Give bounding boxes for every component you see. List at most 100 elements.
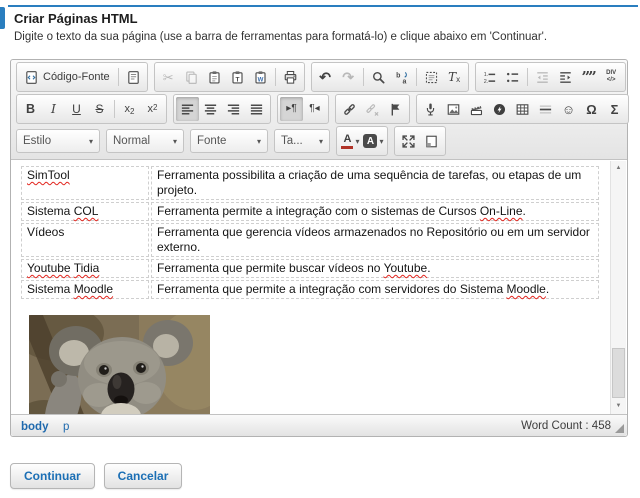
align-left-icon: [180, 102, 195, 117]
smiley-button[interactable]: ☺: [557, 97, 580, 121]
desc-cell[interactable]: Ferramenta que gerencia vídeos armazenad…: [151, 223, 599, 257]
align-left-button[interactable]: [176, 97, 199, 121]
italic-button[interactable]: I: [42, 97, 65, 121]
special-char-button[interactable]: Ω: [580, 97, 603, 121]
editor-scrollbar: ▲ ▼: [610, 161, 626, 414]
paste-text-button[interactable]: [226, 65, 249, 89]
desc-cell[interactable]: Ferramenta possibilita a criação de uma …: [151, 166, 599, 200]
formula-button[interactable]: Σ: [603, 97, 626, 121]
select-all-button[interactable]: [420, 65, 443, 89]
movie-button[interactable]: [465, 97, 488, 121]
paste-word-button[interactable]: [249, 65, 272, 89]
page-subtitle: Digite o texto da sua página (use a barr…: [14, 31, 547, 43]
koala-image[interactable]: [29, 315, 210, 414]
horizontal-rule-button[interactable]: [534, 97, 557, 121]
print-button[interactable]: [279, 65, 302, 89]
flash-button[interactable]: [488, 97, 511, 121]
image-icon: [446, 102, 461, 117]
bold-button[interactable]: B: [19, 97, 42, 121]
editor-content[interactable]: SimToolFerramenta possibilita a criação …: [11, 160, 627, 414]
glyph-part: 2: [153, 103, 157, 112]
scroll-thumb[interactable]: [612, 348, 625, 398]
unlink-button: [361, 97, 384, 121]
table-row: SimToolFerramenta possibilita a criação …: [21, 166, 599, 200]
indent-button[interactable]: [554, 65, 577, 89]
outdent-button: [531, 65, 554, 89]
templates-button[interactable]: [122, 65, 145, 89]
image-button[interactable]: [442, 97, 465, 121]
audio-record-button[interactable]: [419, 97, 442, 121]
tool-cell[interactable]: Youtube Tidia: [21, 259, 149, 278]
tool-cell[interactable]: Vídeos: [21, 223, 149, 257]
anchor-button[interactable]: [384, 97, 407, 121]
horizontal-rule-icon: [538, 102, 553, 117]
align-right-button[interactable]: [222, 97, 245, 121]
chevron-down-icon: ▾: [355, 137, 359, 146]
superscript-button[interactable]: x2: [141, 97, 164, 121]
text-color-button[interactable]: A▾: [339, 129, 362, 153]
subscript-button[interactable]: x2: [118, 97, 141, 121]
tool-cell[interactable]: SimTool: [21, 166, 149, 200]
scroll-down-arrow[interactable]: ▼: [611, 399, 626, 413]
size-select[interactable]: Ta...▾: [274, 129, 330, 153]
desc-cell[interactable]: Ferramenta que permite buscar vídeos no …: [151, 259, 599, 278]
replace-button[interactable]: [390, 65, 413, 89]
paste-button[interactable]: [203, 65, 226, 89]
resize-grip[interactable]: [615, 424, 624, 433]
table-row: Sistema COLFerramenta permite a integraç…: [21, 202, 599, 221]
separator: [114, 100, 115, 118]
div-container-button[interactable]: DIV </>: [600, 65, 623, 89]
link-button[interactable]: [338, 97, 361, 121]
chevron-down-icon: ▾: [379, 137, 383, 146]
copy-icon: [184, 70, 199, 85]
special-char-icon: Ω: [586, 103, 596, 116]
underline-button[interactable]: U: [65, 97, 88, 121]
continue-button[interactable]: Continuar: [10, 463, 95, 489]
rtl-button[interactable]: ¶◂: [303, 97, 326, 121]
div-container-icon: DIV </>: [606, 70, 616, 84]
bg-color-icon: A: [363, 134, 377, 148]
replace-icon: [394, 70, 409, 85]
format-select[interactable]: Normal▾: [106, 129, 184, 153]
image-paragraph: http://tidia-ae.usp.br/portal: [29, 315, 603, 414]
font-select[interactable]: Fonte▾: [190, 129, 268, 153]
tool-cell[interactable]: Sistema COL: [21, 202, 149, 221]
glyph-part: 2: [130, 107, 134, 116]
desc-cell[interactable]: Ferramenta que permite a integração com …: [151, 280, 599, 299]
align-justify-button[interactable]: [245, 97, 268, 121]
toolbar-group: [394, 126, 446, 156]
path-p[interactable]: p: [63, 421, 69, 433]
align-center-button[interactable]: [199, 97, 222, 121]
style-select[interactable]: Estilo▾: [16, 129, 100, 153]
source-button[interactable]: Código-Fonte: [19, 65, 115, 89]
toolbar-group: A▾A▾: [336, 126, 388, 156]
unlink-icon: [365, 102, 380, 117]
show-blocks-button[interactable]: [420, 129, 443, 153]
bg-color-button[interactable]: A▾: [362, 129, 385, 153]
maximize-button[interactable]: [397, 129, 420, 153]
ltr-button[interactable]: ▸¶: [280, 97, 303, 121]
toolbar-group: Código-Fonte: [16, 62, 148, 92]
table-button[interactable]: [511, 97, 534, 121]
numbered-list-button[interactable]: [478, 65, 501, 89]
scroll-up-arrow[interactable]: ▲: [611, 161, 626, 175]
formula-icon: Σ: [611, 103, 619, 116]
bulleted-list-button[interactable]: [501, 65, 524, 89]
remove-format-button[interactable]: Tx: [443, 65, 466, 89]
show-blocks-icon: [424, 134, 439, 149]
chevron-down-icon: ▾: [319, 137, 323, 146]
editor-statusbar: body p Word Count : 458: [11, 414, 627, 436]
strike-button[interactable]: S: [88, 97, 111, 121]
page: Criar Páginas HTML Digite o texto da sua…: [0, 0, 640, 498]
cancel-button[interactable]: Cancelar: [104, 463, 183, 489]
undo-button[interactable]: ↶: [314, 65, 337, 89]
blockquote-button[interactable]: ””: [577, 65, 600, 89]
misspelled-word: Youtube: [384, 261, 428, 275]
tool-cell[interactable]: Sistema Moodle: [21, 280, 149, 299]
separator: [118, 68, 119, 86]
find-button[interactable]: [367, 65, 390, 89]
desc-cell[interactable]: Ferramenta permite a integração com o si…: [151, 202, 599, 221]
remove-format-icon: T: [448, 71, 456, 83]
text-color-icon: A: [341, 134, 353, 149]
path-body[interactable]: body: [21, 421, 48, 433]
